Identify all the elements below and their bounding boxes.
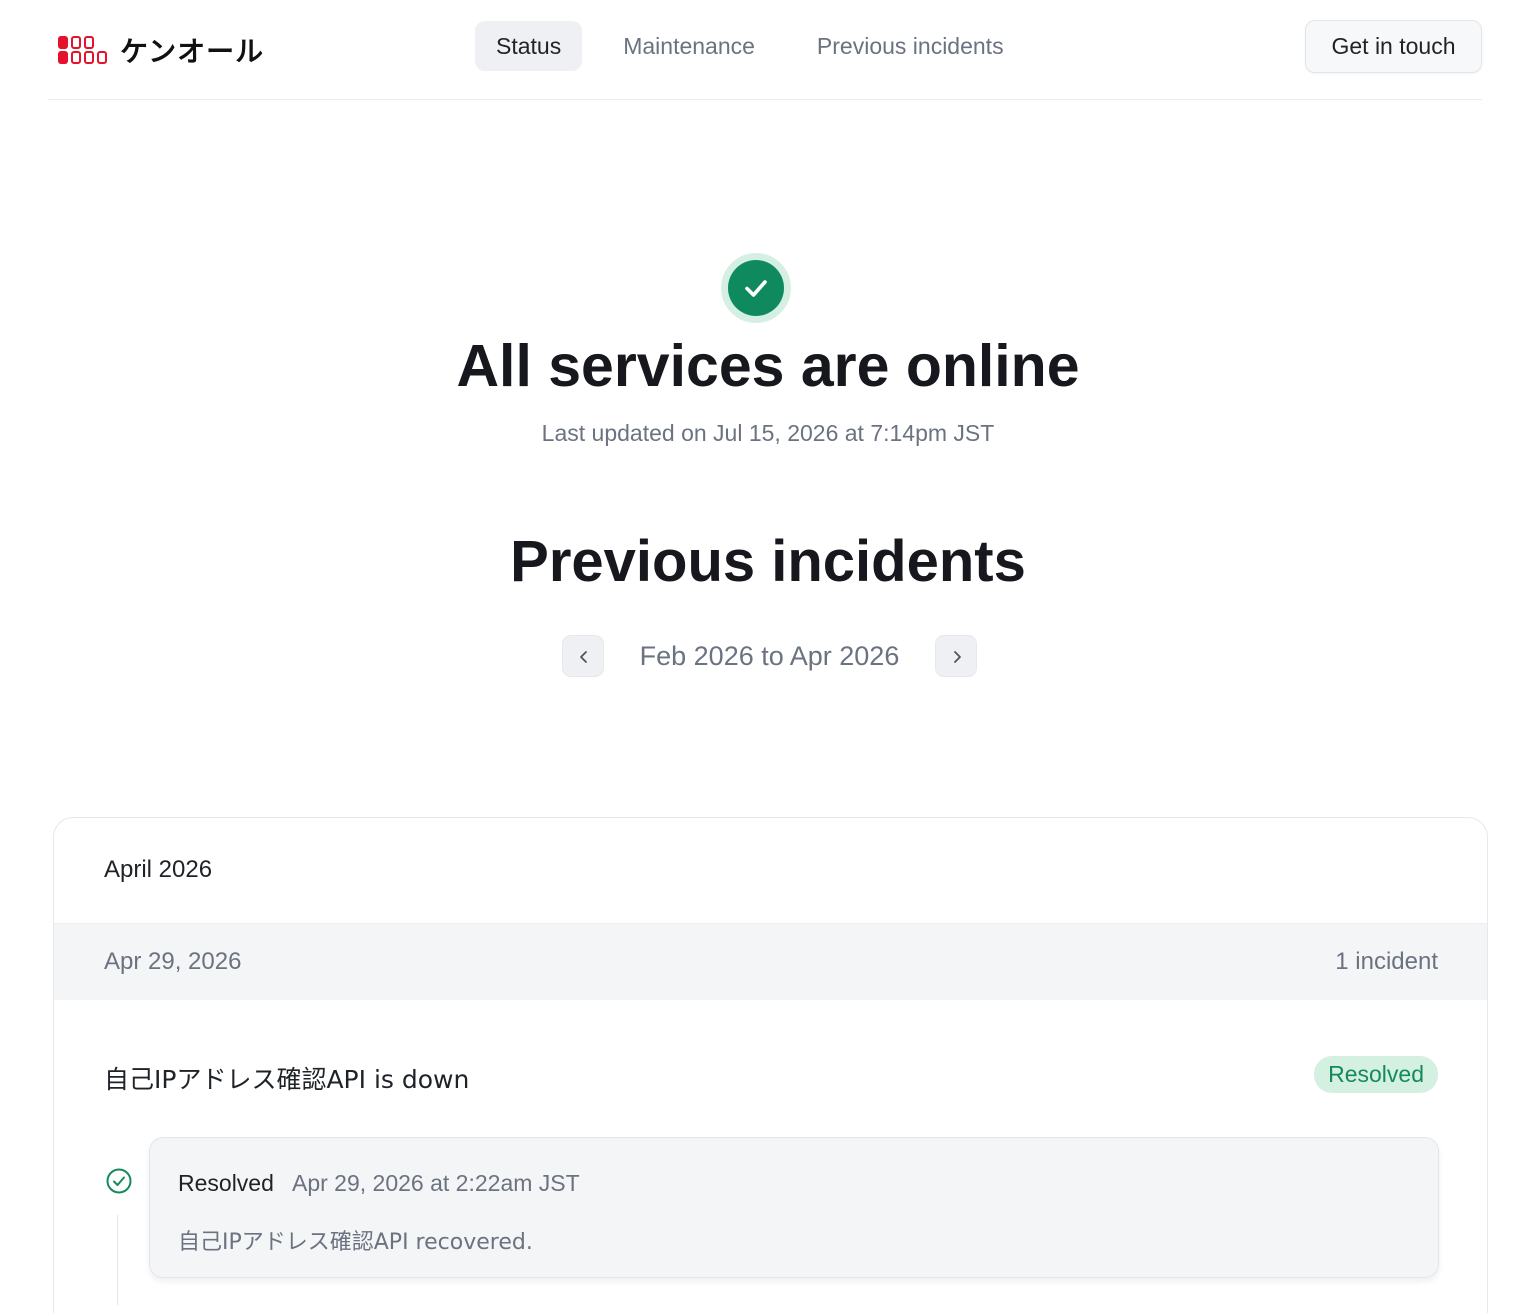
resolved-check-icon xyxy=(106,1168,132,1194)
logo-mark-icon xyxy=(58,34,108,66)
chevron-left-icon xyxy=(580,651,587,663)
check-circle-icon xyxy=(721,253,791,323)
site-header: ケンオール Status Maintenance Previous incide… xyxy=(48,0,1482,100)
incident-history-card: April 2026 Apr 29, 2026 1 incident 自己IPア… xyxy=(53,817,1488,1313)
get-in-touch-button[interactable]: Get in touch xyxy=(1305,20,1482,73)
day-date: Apr 29, 2026 xyxy=(104,948,242,975)
month-heading: April 2026 xyxy=(104,856,213,883)
previous-range-button[interactable] xyxy=(562,635,604,677)
brand-logo[interactable]: ケンオール xyxy=(58,30,264,70)
nav-tab-previous-incidents[interactable]: Previous incidents xyxy=(796,21,1025,71)
last-updated-text: Last updated on Jul 15, 2026 at 7:14pm J… xyxy=(541,420,995,446)
date-range-pager: Feb 2026 to Apr 2026 xyxy=(0,635,1536,677)
incident-title-link[interactable]: 自己IPアドレス確認API is down xyxy=(104,1060,469,1096)
brand-name: ケンオール xyxy=(120,35,265,68)
update-timestamp: Apr 29, 2026 at 2:22am JST xyxy=(292,1170,580,1196)
chevron-right-icon xyxy=(954,651,961,663)
overall-status-title: All services are online xyxy=(456,333,1080,399)
update-message: 自己IPアドレス確認API recovered. xyxy=(178,1230,533,1255)
date-range-label: Feb 2026 to Apr 2026 xyxy=(639,641,900,671)
timeline-line xyxy=(117,1215,118,1305)
nav-tab-status[interactable]: Status xyxy=(475,21,583,71)
previous-incidents-heading: Previous incidents xyxy=(510,529,1026,594)
nav-tab-maintenance[interactable]: Maintenance xyxy=(602,21,776,71)
incident-update: Resolved Apr 29, 2026 at 2:22am JST 自己IP… xyxy=(149,1137,1439,1278)
day-incident-count: 1 incident xyxy=(1335,948,1438,975)
status-badge: Resolved xyxy=(1314,1056,1438,1093)
main-nav: Status Maintenance Previous incidents xyxy=(475,21,1025,71)
day-row: Apr 29, 2026 1 incident xyxy=(54,923,1487,1000)
next-range-button[interactable] xyxy=(935,635,977,677)
update-status: Resolved xyxy=(178,1170,274,1196)
